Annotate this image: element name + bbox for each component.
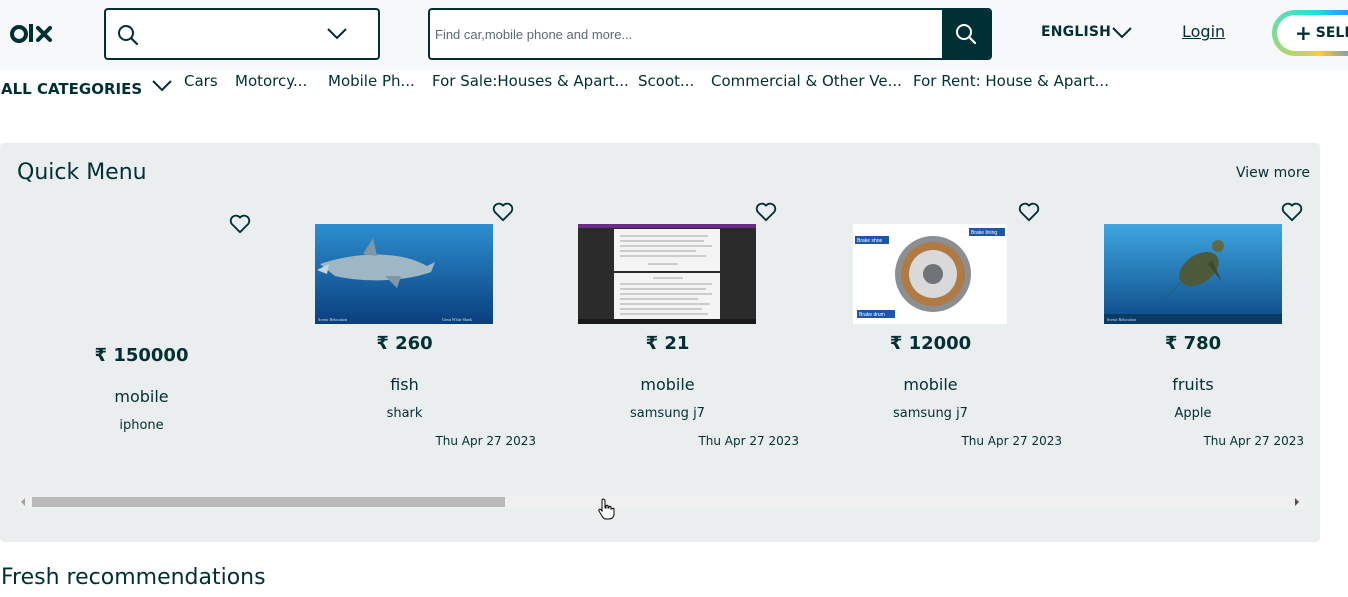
card-description: Apple [1174, 406, 1212, 421]
sell-button[interactable]: + SELL [1272, 10, 1348, 56]
card-price: ₹ 780 [1164, 333, 1222, 354]
product-card[interactable]: Brake shoe Brake lining Brake drum ₹ 120… [799, 195, 1062, 455]
chevron-down-icon[interactable] [151, 78, 173, 94]
search-button[interactable] [942, 10, 990, 58]
heart-icon[interactable] [229, 214, 251, 234]
card-title: fruits [1172, 375, 1214, 394]
card-image: Scenic Relocation [1104, 224, 1282, 324]
scrollbar-thumb[interactable] [32, 497, 505, 507]
quick-menu-title: Quick Menu [17, 160, 147, 185]
category-mobile-phones[interactable]: Mobile Ph... [328, 72, 415, 90]
scroll-right-arrow-icon[interactable] [1295, 498, 1299, 506]
image-caption-left: Scenic Relocation [1107, 317, 1136, 322]
card-description: samsung j7 [893, 406, 968, 421]
language-selector[interactable]: ENGLISH [1041, 24, 1111, 40]
quick-menu-panel: Quick Menu View more ₹ 150000 mobile iph… [0, 143, 1320, 542]
sell-label: SELL [1315, 25, 1348, 41]
search-icon [956, 24, 977, 45]
top-header: ENGLISH Login + SELL [0, 0, 1348, 70]
search-input[interactable] [430, 10, 942, 58]
card-title: fish [390, 375, 419, 394]
location-selector[interactable] [104, 8, 380, 60]
card-description: shark [386, 406, 423, 421]
heart-icon[interactable] [1281, 202, 1303, 222]
view-more-link[interactable]: View more [1236, 165, 1310, 181]
login-link[interactable]: Login [1182, 22, 1225, 41]
product-card[interactable]: Scenic Relocation ₹ 780 fruits Apple Thu… [1062, 195, 1304, 455]
category-scooters[interactable]: Scoot... [638, 72, 694, 90]
card-price: ₹ 260 [376, 333, 433, 354]
card-price: ₹ 12000 [889, 333, 972, 354]
all-categories[interactable]: ALL CATEGORIES [1, 80, 142, 98]
product-card[interactable]: ₹ 150000 mobile iphone [10, 195, 273, 455]
image-caption-left: Scenic Relocation [318, 317, 347, 322]
diagram-label: Brake drum [859, 312, 885, 318]
image-caption-right: Great White Shark [442, 317, 472, 322]
card-description: samsung j7 [630, 406, 705, 421]
product-card[interactable]: Scenic Relocation Great White Shark ₹ 26… [273, 195, 536, 455]
card-price: ₹ 21 [645, 333, 690, 354]
heart-icon[interactable] [1018, 202, 1040, 222]
card-price: ₹ 150000 [94, 345, 189, 366]
card-title: mobile [114, 387, 169, 406]
card-title: mobile [903, 375, 958, 394]
olx-logo[interactable] [10, 20, 56, 46]
fresh-recommendations-title: Fresh recommendations [1, 565, 266, 590]
card-date: Thu Apr 27 2023 [961, 434, 1062, 448]
diagram-label: Brake shoe [857, 238, 883, 244]
hand-cursor-icon [598, 498, 615, 520]
scroll-left-arrow-icon[interactable] [21, 498, 25, 506]
card-image [578, 224, 756, 324]
card-description: iphone [119, 418, 164, 433]
card-date: Thu Apr 27 2023 [435, 434, 536, 448]
card-image: Brake shoe Brake lining Brake drum [853, 224, 1007, 324]
heart-icon[interactable] [492, 202, 514, 222]
heart-icon[interactable] [755, 202, 777, 222]
category-motorcycles[interactable]: Motorcy... [235, 72, 307, 90]
product-card[interactable]: ₹ 21 mobile samsung j7 Thu Apr 27 2023 [536, 195, 799, 455]
search-bar [428, 8, 992, 60]
plus-icon: + [1295, 21, 1312, 45]
category-for-rent-houses[interactable]: For Rent: House & Apart... [913, 72, 1109, 90]
chevron-down-icon[interactable] [1111, 25, 1133, 41]
category-commercial-vehicles[interactable]: Commercial & Other Ve... [711, 72, 902, 90]
card-date: Thu Apr 27 2023 [698, 434, 799, 448]
horizontal-scrollbar[interactable] [18, 495, 1304, 509]
chevron-down-icon[interactable] [326, 27, 348, 41]
category-cars[interactable]: Cars [184, 72, 218, 90]
card-title: mobile [640, 375, 695, 394]
category-for-sale-houses[interactable]: For Sale:Houses & Apart... [432, 72, 629, 90]
card-image: Scenic Relocation Great White Shark [315, 224, 493, 324]
diagram-label: Brake lining [971, 230, 997, 236]
card-date: Thu Apr 27 2023 [1203, 434, 1304, 448]
search-icon [118, 25, 139, 46]
